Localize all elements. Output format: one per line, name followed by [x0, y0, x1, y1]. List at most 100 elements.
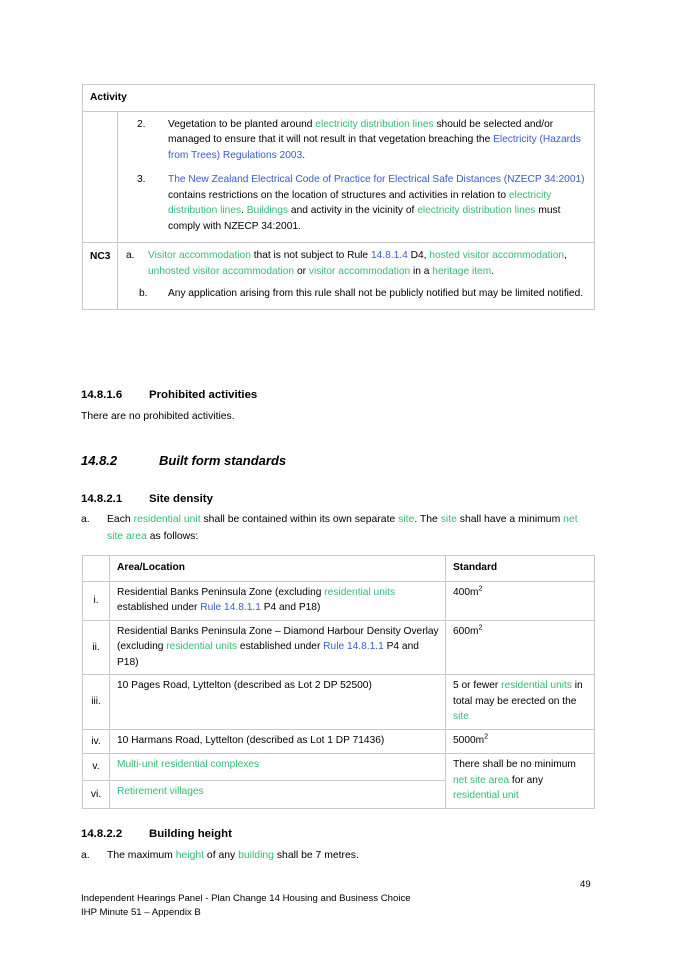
- heading-number: 14.8.2: [81, 453, 118, 468]
- standard-cell: 5000m2: [445, 728, 595, 754]
- defined-term: electricity distribution lines: [417, 205, 536, 216]
- superscript: 2: [478, 584, 483, 593]
- cross-reference-link[interactable]: Electricity (Hazards from Trees) Regulat…: [168, 134, 581, 161]
- list-item: b. Any application arising from this rul…: [126, 286, 586, 302]
- rule-body-cell: a. Visitor accommodation that is not sub…: [117, 242, 595, 310]
- list-item-text: Visitor accommodation that is not subjec…: [148, 250, 567, 277]
- footer-line-1: Independent Hearings Panel - Plan Change…: [81, 893, 411, 904]
- defined-term: building: [238, 850, 274, 861]
- row-number: iv.: [82, 728, 110, 754]
- area-location-cell: Residential Banks Peninsula Zone – Diamo…: [109, 619, 446, 675]
- heading-number: 14.8.2.1: [81, 493, 123, 505]
- footer-line-2: IHP Minute 51 – Appendix B: [81, 906, 201, 918]
- document-page: Activity 2. Vegetation to be planted aro…: [0, 0, 675, 955]
- area-location-cell: 10 Harmans Road, Lyttelton (described as…: [109, 728, 446, 754]
- area-location-cell: Retirement villages: [109, 780, 446, 809]
- row-number: iii.: [82, 674, 110, 730]
- defined-term: site: [453, 711, 469, 722]
- defined-term: residential unit: [133, 514, 201, 525]
- defined-term: residential units: [501, 680, 572, 691]
- row-number: vi.: [82, 780, 110, 809]
- heading-number: 14.8.2.2: [81, 828, 123, 840]
- standard-cell: 400m2: [445, 580, 595, 621]
- heading-title: Site density: [149, 493, 213, 505]
- superscript: 2: [478, 623, 483, 632]
- standard-cell: 5 or fewer residential units in total ma…: [445, 674, 595, 730]
- table-header-row: Activity: [82, 84, 595, 112]
- row-number: v.: [82, 752, 110, 782]
- heading-prohibited-activities: 14.8.1.6 Prohibited activities: [81, 389, 257, 401]
- table-row: v. Multi-unit residential complexes Ther…: [82, 752, 595, 809]
- area-location-cell: Residential Banks Peninsula Zone (exclud…: [109, 580, 446, 621]
- list-marker: 3.: [137, 174, 146, 185]
- table-header-row: Area/Location Standard: [82, 555, 595, 582]
- activity-column-header: Activity: [82, 84, 595, 112]
- list-item-text: The New Zealand Electrical Code of Pract…: [168, 174, 585, 232]
- area-location-column-header: Area/Location: [109, 555, 446, 582]
- page-number: 49: [580, 879, 591, 890]
- standard-cell: 600m2: [445, 619, 595, 675]
- lettered-list: a. Visitor accommodation that is not sub…: [126, 248, 586, 302]
- heading-title: Building height: [149, 828, 232, 840]
- heading-site-density: 14.8.2.1 Site density: [81, 493, 213, 505]
- clause-text: Each residential unit shall be contained…: [107, 514, 578, 542]
- rule-body-cell: 2. Vegetation to be planted around elect…: [117, 110, 595, 243]
- list-marker: 2.: [137, 118, 146, 130]
- heading-number: 14.8.1.6: [81, 389, 123, 401]
- defined-term: site: [440, 514, 457, 525]
- page-footer: Independent Hearings Panel - Plan Change…: [81, 892, 411, 919]
- heading-title: Prohibited activities: [149, 389, 258, 401]
- list-item-text: Any application arising from this rule s…: [168, 288, 584, 299]
- defined-term: residential unit: [453, 790, 519, 801]
- table-row: NC3 a. Visitor accommodation that is not…: [82, 242, 595, 310]
- defined-term: residential units: [324, 586, 396, 598]
- table-row: i. Residential Banks Peninsula Zone (exc…: [82, 580, 595, 621]
- activity-rules-table: Activity 2. Vegetation to be planted aro…: [82, 84, 595, 310]
- defined-term: heritage item: [432, 265, 492, 277]
- list-item: 2. Vegetation to be planted around elect…: [126, 117, 586, 164]
- cross-reference-link[interactable]: Rule 14.8.1.1: [200, 602, 261, 613]
- row-number: ii.: [82, 619, 110, 675]
- clause-text: The maximum height of any building shall…: [107, 850, 359, 861]
- list-item: 3. The New Zealand Electrical Code of Pr…: [126, 172, 586, 234]
- rule-code-cell: [82, 110, 118, 243]
- heading-built-form-standards: 14.8.2 Built form standards: [81, 453, 286, 468]
- defined-term: Buildings: [246, 205, 289, 216]
- building-height-clause: a. The maximum height of any building sh…: [81, 848, 591, 865]
- defined-term: height: [175, 850, 205, 861]
- table-row: iii. 10 Pages Road, Lyttelton (described…: [82, 674, 595, 730]
- clause-marker: a.: [81, 850, 90, 861]
- standard-cell-merged: There shall be no minimum net site area …: [445, 753, 595, 809]
- heading-building-height: 14.8.2.2 Building height: [81, 828, 232, 840]
- site-density-clause: a. Each residential unit shall be contai…: [81, 512, 591, 546]
- defined-term: hosted visitor accommodation: [429, 250, 565, 261]
- defined-term: site: [398, 514, 415, 525]
- defined-term: residential units: [166, 641, 238, 652]
- site-density-table: Area/Location Standard i. Residential Ba…: [82, 555, 595, 809]
- row-number: i.: [82, 580, 110, 621]
- list-marker: b.: [139, 288, 148, 299]
- clause-marker: a.: [81, 514, 90, 525]
- defined-term: electricity distribution lines: [315, 118, 434, 130]
- table-row: ii. Residential Banks Peninsula Zone – D…: [82, 619, 595, 675]
- numbered-list: 2. Vegetation to be planted around elect…: [126, 117, 586, 235]
- list-marker: a.: [126, 250, 135, 261]
- row-number-column-header: [82, 555, 110, 582]
- defined-term: Retirement villages: [117, 786, 204, 798]
- defined-term: net site area: [453, 774, 510, 786]
- cross-reference-link[interactable]: Rule 14.8.1.1: [323, 641, 384, 652]
- defined-term: Multi-unit residential complexes: [117, 759, 260, 770]
- defined-term: visitor accommodation: [308, 265, 411, 277]
- prohibited-activities-body: There are no prohibited activities.: [81, 411, 235, 422]
- list-item-text: Vegetation to be planted around electric…: [168, 118, 581, 161]
- standard-column-header: Standard: [445, 555, 595, 582]
- area-location-cell: 10 Pages Road, Lyttelton (described as L…: [109, 674, 446, 730]
- cross-reference-link[interactable]: The New Zealand Electrical Code of Pract…: [168, 174, 585, 185]
- defined-term: Visitor accommodation: [148, 250, 251, 261]
- area-location-cell: Multi-unit residential complexes: [109, 752, 446, 782]
- table-row: 2. Vegetation to be planted around elect…: [82, 110, 595, 243]
- defined-term: unhosted visitor accommodation: [148, 265, 295, 277]
- list-item: a. Visitor accommodation that is not sub…: [126, 248, 586, 279]
- cross-reference-link[interactable]: 14.8.1.4: [371, 250, 408, 261]
- heading-title: Built form standards: [159, 453, 287, 468]
